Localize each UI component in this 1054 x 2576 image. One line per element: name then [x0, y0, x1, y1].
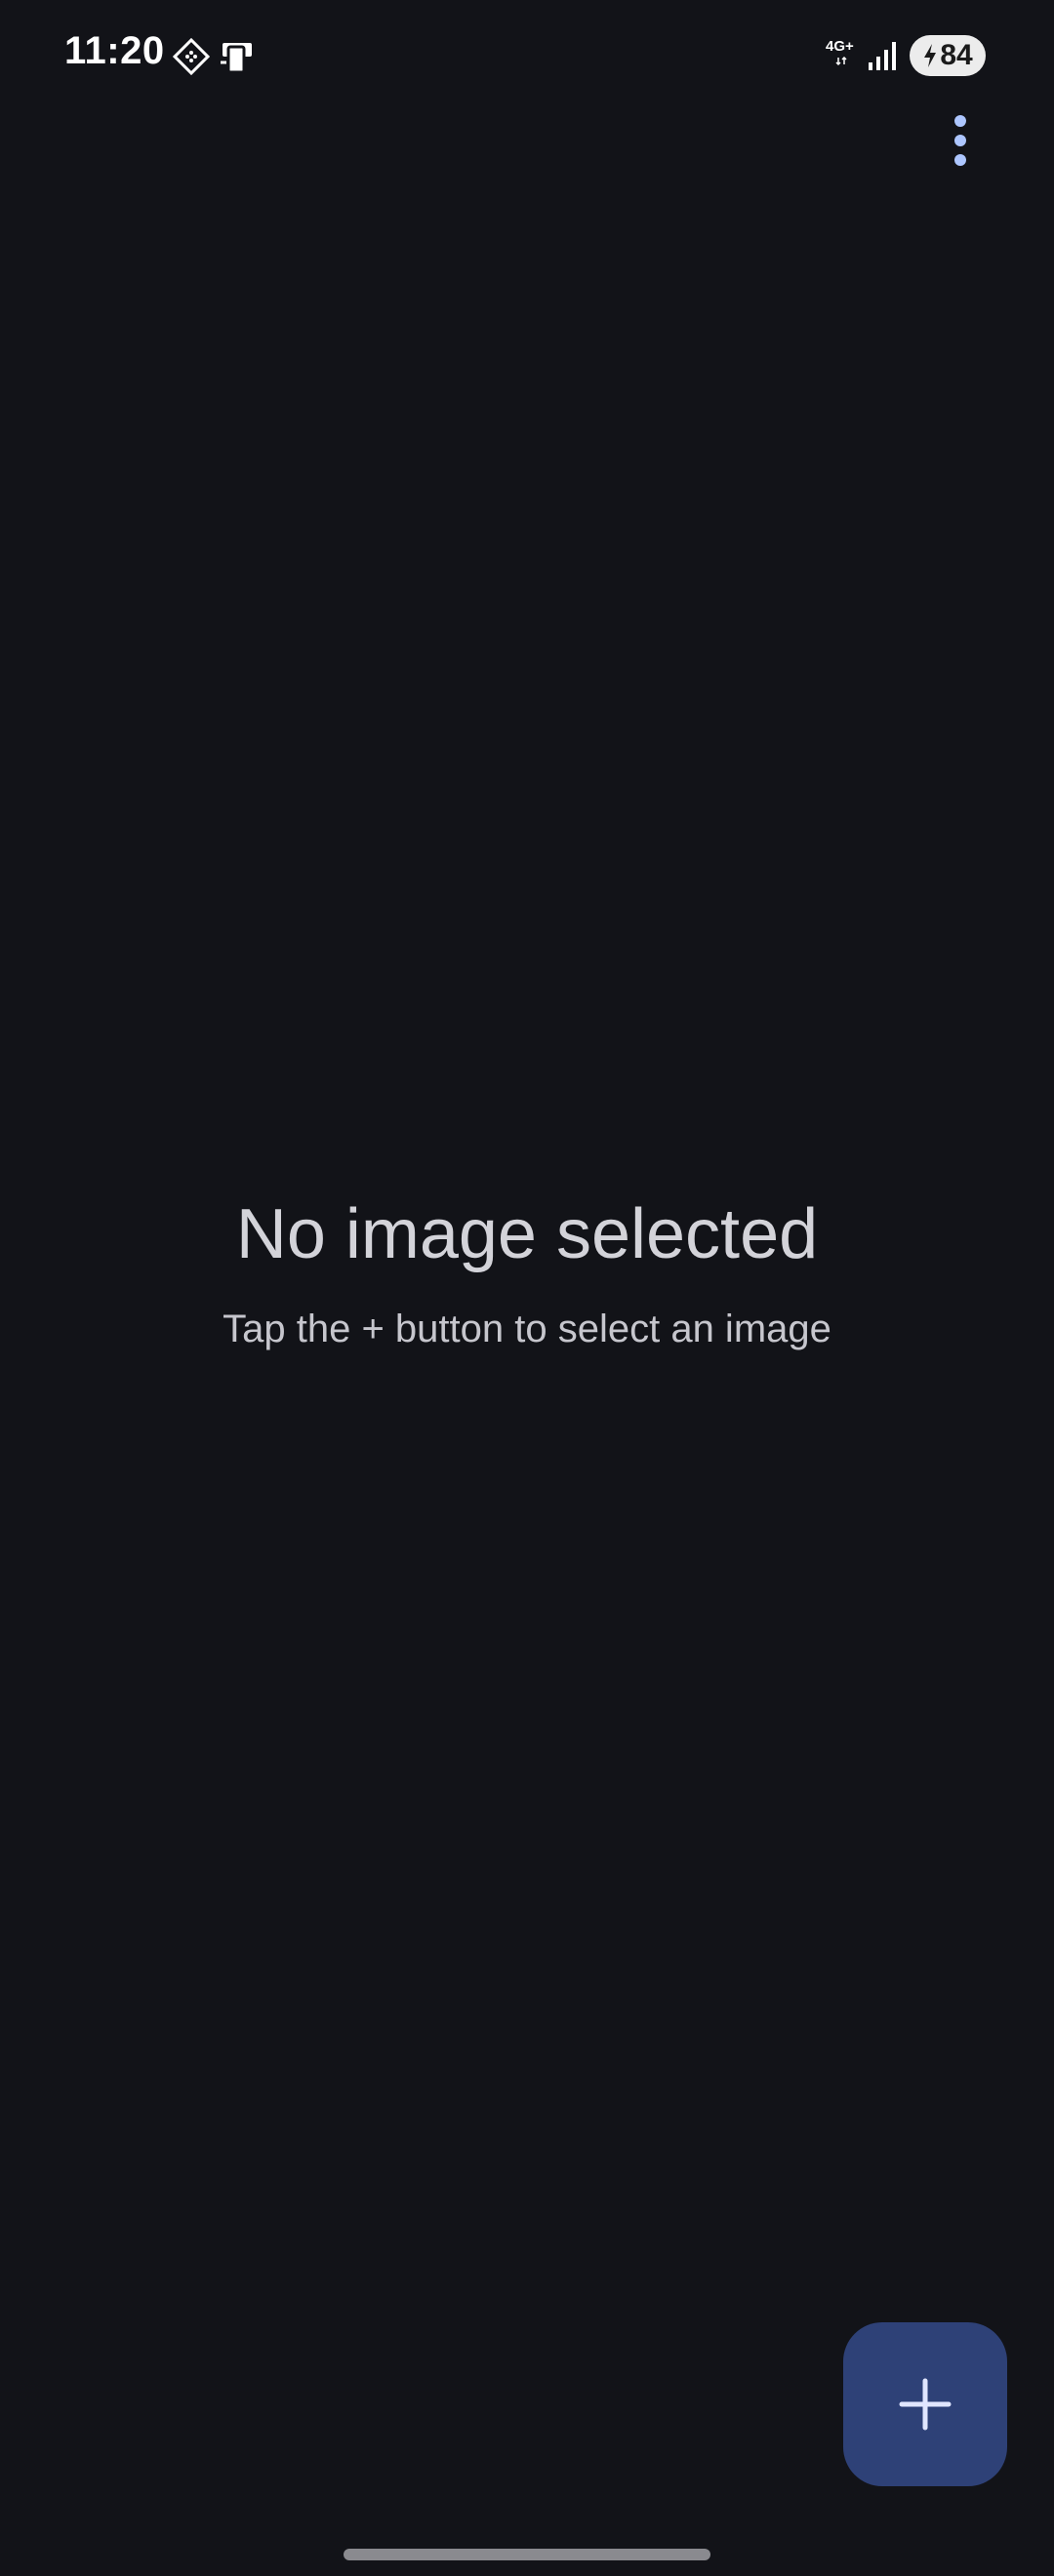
network-arrows-icon: [835, 57, 847, 66]
more-options-button[interactable]: [937, 101, 984, 180]
empty-state-title: No image selected: [235, 1195, 819, 1273]
notification-diamond-icon: [172, 37, 211, 76]
more-vert-icon: [954, 115, 966, 166]
add-image-fab[interactable]: [843, 2322, 1007, 2486]
status-bar: 11:20 4G+ 84: [0, 0, 1054, 113]
network-type-label: 4G+: [826, 38, 854, 55]
empty-state: No image selected Tap the + button to se…: [0, 1181, 1054, 1358]
battery-level: 84: [940, 39, 973, 71]
signal-strength-icon: [869, 42, 896, 70]
status-time: 11:20: [64, 29, 165, 72]
gesture-navigation-bar[interactable]: [344, 2549, 710, 2560]
battery-charging-icon: [924, 44, 937, 67]
notification-device-icon: [221, 43, 252, 74]
empty-state-subtitle: Tap the + button to select an image: [223, 1308, 831, 1350]
battery-indicator: 84: [910, 35, 986, 76]
add-icon: [899, 2378, 952, 2431]
